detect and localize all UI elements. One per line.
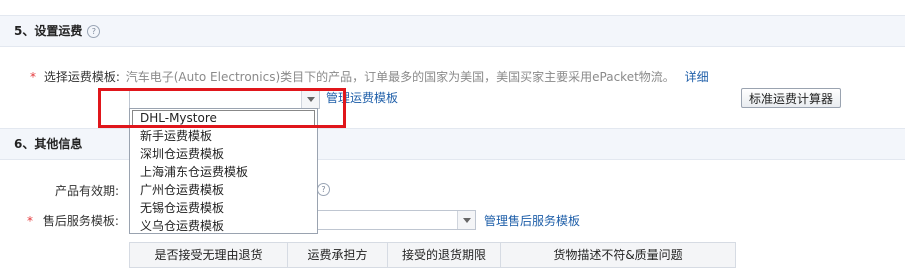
- shipping-template-dropdown: DHL-Mystore 新手运费模板 深圳仓运费模板 上海浦东仓运费模板 广州仓…: [129, 108, 318, 234]
- section-5-title-text: 5、设置运费: [14, 24, 83, 38]
- validity-label: 产品有效期:: [55, 184, 120, 198]
- shipping-hint-text: 汽车电子(Auto Electronics)类目下的产品，订单最多的国家为美国，…: [125, 70, 675, 84]
- aftersale-table-header: 是否接受无理由退货 运费承担方 接受的退货期限 货物描述不符&质量问题: [129, 242, 736, 268]
- table-header-cell: 运费承担方: [288, 243, 388, 267]
- table-header-cell: 是否接受无理由退货: [130, 243, 288, 267]
- validity-help-icon[interactable]: ?: [317, 183, 330, 196]
- dropdown-option-wuxi[interactable]: 无锡仓运费模板: [130, 199, 317, 217]
- aftersale-template-label: 售后服务模板:: [42, 214, 119, 228]
- shipping-template-select[interactable]: [129, 89, 320, 109]
- dropdown-option-guangzhou[interactable]: 广州仓运费模板: [130, 181, 317, 199]
- aftersale-row: * 售后服务模板:: [27, 212, 119, 229]
- manage-shipping-templates-link[interactable]: 管理运费模板: [326, 89, 398, 106]
- validity-row: 产品有效期:: [55, 182, 119, 199]
- section-6-title: 6、其他信息: [14, 137, 83, 151]
- aftersale-required-mark: *: [27, 214, 33, 228]
- chevron-down-icon[interactable]: [457, 211, 475, 229]
- dropdown-option-shanghai-pudong[interactable]: 上海浦东仓运费模板: [130, 163, 317, 181]
- chevron-down-icon[interactable]: [301, 90, 319, 108]
- standard-shipping-calculator-button[interactable]: 标准运费计算器: [741, 88, 841, 108]
- shipping-template-label: 选择运费模板:: [43, 70, 120, 84]
- shipping-template-row: * 选择运费模板: 汽车电子(Auto Electronics)类目下的产品，订…: [30, 68, 709, 85]
- detail-link[interactable]: 详细: [685, 70, 709, 84]
- table-header-cell: 货物描述不符&质量问题: [553, 248, 683, 262]
- section-5-header: 5、设置运费?: [0, 15, 905, 47]
- help-icon[interactable]: ?: [87, 25, 101, 38]
- dropdown-option-yiwu[interactable]: 义乌仓运费模板: [130, 217, 317, 235]
- dropdown-option-dhl-mystore[interactable]: DHL-Mystore: [132, 110, 315, 126]
- dropdown-option-shenzhen[interactable]: 深圳仓运费模板: [130, 145, 317, 163]
- required-mark: *: [30, 70, 36, 84]
- table-header-cell: 接受的退货期限: [388, 243, 501, 267]
- section-5-title: 5、设置运费?: [14, 16, 101, 46]
- dropdown-option-newbie[interactable]: 新手运费模板: [130, 127, 317, 145]
- manage-aftersale-templates-link[interactable]: 管理售后服务模板: [484, 212, 580, 229]
